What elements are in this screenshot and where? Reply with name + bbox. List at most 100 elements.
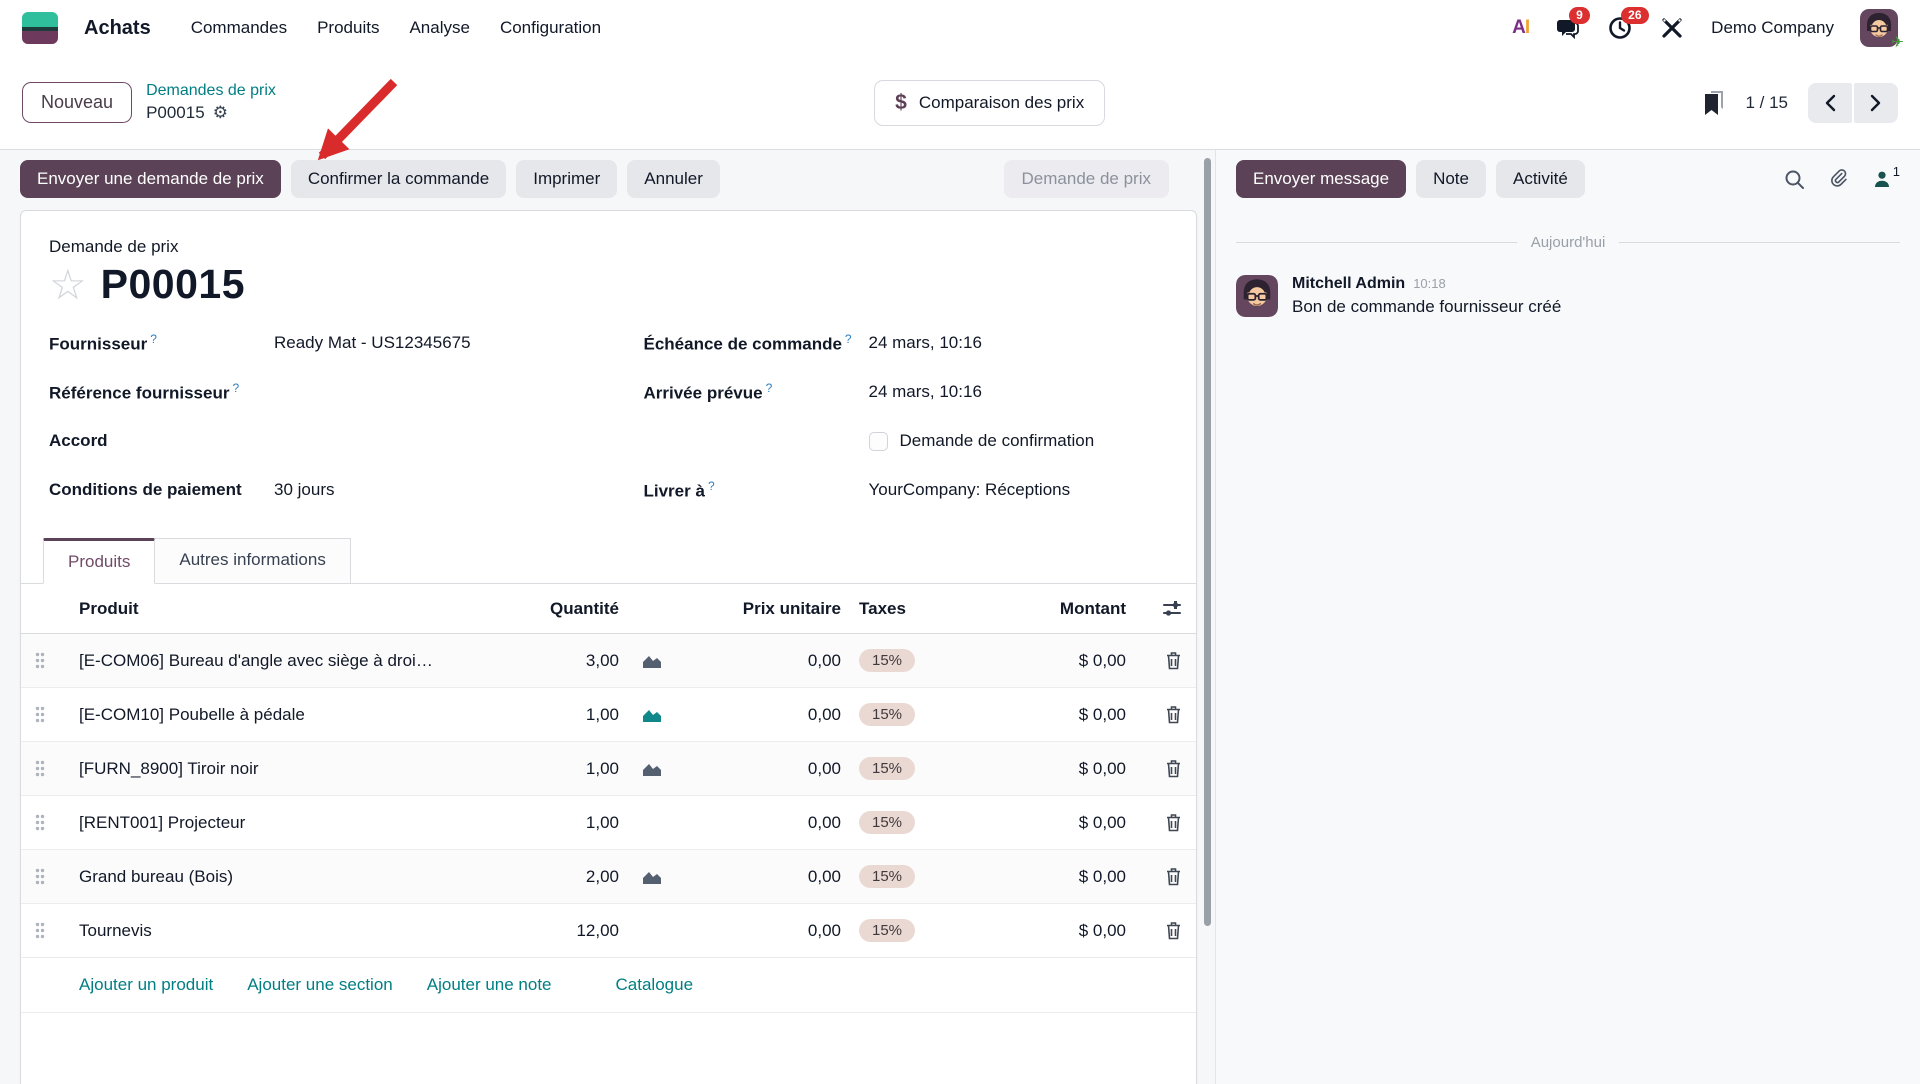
- odoo-app-logo-icon[interactable]: [22, 12, 58, 44]
- delete-row-icon[interactable]: [1126, 867, 1182, 886]
- drag-handle-icon[interactable]: [35, 814, 79, 831]
- status-stage[interactable]: Demande de prix: [1004, 160, 1169, 198]
- drag-handle-icon[interactable]: [35, 868, 79, 885]
- confirm-order-button[interactable]: Confirmer la commande: [291, 160, 506, 198]
- tax-badge[interactable]: 15%: [859, 865, 915, 888]
- optional-columns-icon[interactable]: [1126, 600, 1182, 618]
- cell-qty[interactable]: 1,00: [513, 813, 623, 833]
- field-value-arrivee-prevue[interactable]: 24 mars, 10:16: [869, 379, 1169, 405]
- favorite-star-icon[interactable]: ☆: [49, 264, 87, 306]
- cell-price[interactable]: 0,00: [681, 867, 841, 887]
- app-name[interactable]: Achats: [84, 17, 151, 40]
- table-row[interactable]: [E-COM06] Bureau d'angle avec siège à dr…: [21, 634, 1196, 688]
- table-row[interactable]: [RENT001] Projecteur 1,00 0,00 15% $ 0,0…: [21, 796, 1196, 850]
- field-value-echeance-commande[interactable]: 24 mars, 10:16: [869, 330, 1169, 356]
- cell-qty[interactable]: 1,00: [513, 705, 623, 725]
- drag-handle-icon[interactable]: [35, 760, 79, 777]
- cell-price[interactable]: 0,00: [681, 651, 841, 671]
- out-of-office-plane-icon: ✈: [1891, 33, 1904, 51]
- breadcrumb-parent[interactable]: Demandes de prix: [146, 80, 276, 102]
- pager-previous-button[interactable]: [1808, 83, 1852, 123]
- tax-badge[interactable]: 15%: [859, 757, 915, 780]
- document-type-label: Demande de prix: [49, 237, 1168, 257]
- chatter-message[interactable]: Mitchell Admin 10:18 Bon de commande fou…: [1236, 275, 1900, 317]
- ai-icon[interactable]: AI: [1512, 17, 1529, 39]
- table-row[interactable]: Grand bureau (Bois) 2,00 0,00 15% $ 0,00: [21, 850, 1196, 904]
- cell-amount: $ 0,00: [976, 759, 1126, 779]
- forecast-chart-icon[interactable]: [623, 761, 681, 777]
- cell-product[interactable]: [FURN_8900] Tiroir noir: [79, 759, 513, 779]
- send-rfq-button[interactable]: Envoyer une demande de prix: [20, 160, 281, 198]
- cancel-button[interactable]: Annuler: [627, 160, 720, 198]
- delete-row-icon[interactable]: [1126, 651, 1182, 670]
- message-author[interactable]: Mitchell Admin: [1292, 275, 1405, 293]
- menu-configuration[interactable]: Configuration: [500, 18, 601, 38]
- confirmation-checkbox[interactable]: [869, 432, 888, 451]
- tax-badge[interactable]: 15%: [859, 649, 915, 672]
- tab-produits[interactable]: Produits: [43, 538, 155, 584]
- drag-handle-icon[interactable]: [35, 922, 79, 939]
- cell-amount: $ 0,00: [976, 813, 1126, 833]
- cell-product[interactable]: Grand bureau (Bois): [79, 867, 513, 887]
- delete-row-icon[interactable]: [1126, 813, 1182, 832]
- drag-handle-icon[interactable]: [35, 706, 79, 723]
- cell-product[interactable]: [E-COM10] Poubelle à pédale: [79, 705, 513, 725]
- drag-handle-icon[interactable]: [35, 652, 79, 669]
- messages-icon[interactable]: 9: [1555, 15, 1581, 41]
- cell-product[interactable]: [E-COM06] Bureau d'angle avec siège à dr…: [79, 651, 513, 671]
- field-value-fournisseur[interactable]: Ready Mat - US12345675: [274, 330, 574, 356]
- company-name[interactable]: Demo Company: [1711, 18, 1834, 38]
- delete-row-icon[interactable]: [1126, 921, 1182, 940]
- field-label-livrer-a: Livrer à: [644, 477, 869, 505]
- field-value-livrer-a[interactable]: YourCompany: Réceptions: [869, 477, 1169, 503]
- cell-product[interactable]: Tournevis: [79, 921, 513, 941]
- cell-price[interactable]: 0,00: [681, 813, 841, 833]
- tax-badge[interactable]: 15%: [859, 703, 915, 726]
- add-product-link[interactable]: Ajouter un produit: [79, 975, 213, 995]
- cell-qty[interactable]: 2,00: [513, 867, 623, 887]
- attachments-paperclip-icon[interactable]: [1829, 168, 1849, 190]
- forecast-chart-icon[interactable]: [623, 707, 681, 723]
- tab-autres-informations[interactable]: Autres informations: [155, 538, 350, 584]
- delete-row-icon[interactable]: [1126, 759, 1182, 778]
- log-note-button[interactable]: Note: [1416, 160, 1486, 198]
- cell-price[interactable]: 0,00: [681, 705, 841, 725]
- price-comparison-button[interactable]: $ Comparaison des prix: [874, 80, 1105, 126]
- add-note-link[interactable]: Ajouter une note: [427, 975, 552, 995]
- pager-next-button[interactable]: [1854, 83, 1898, 123]
- cell-price[interactable]: 0,00: [681, 759, 841, 779]
- cell-product[interactable]: [RENT001] Projecteur: [79, 813, 513, 833]
- message-body: Bon de commande fournisseur créé: [1292, 297, 1561, 317]
- table-row[interactable]: [FURN_8900] Tiroir noir 1,00 0,00 15% $ …: [21, 742, 1196, 796]
- forecast-chart-icon[interactable]: [623, 869, 681, 885]
- purchase-order-page: Achats Commandes Produits Analyse Config…: [0, 0, 1920, 1084]
- menu-analyse[interactable]: Analyse: [409, 18, 469, 38]
- cell-qty[interactable]: 3,00: [513, 651, 623, 671]
- user-avatar[interactable]: ✈: [1860, 9, 1898, 47]
- vertical-scrollbar[interactable]: [1204, 158, 1211, 926]
- search-messages-icon[interactable]: [1784, 169, 1805, 190]
- activities-clock-icon[interactable]: 26: [1607, 15, 1633, 41]
- cell-price[interactable]: 0,00: [681, 921, 841, 941]
- tax-badge[interactable]: 15%: [859, 919, 915, 942]
- print-button[interactable]: Imprimer: [516, 160, 617, 198]
- tools-icon[interactable]: [1659, 15, 1685, 41]
- add-section-link[interactable]: Ajouter une section: [247, 975, 393, 995]
- bookmark-icon[interactable]: [1703, 90, 1725, 116]
- actions-gear-icon[interactable]: ⚙: [213, 102, 228, 125]
- forecast-chart-icon[interactable]: [623, 653, 681, 669]
- menu-commandes[interactable]: Commandes: [191, 18, 287, 38]
- delete-row-icon[interactable]: [1126, 705, 1182, 724]
- followers-icon[interactable]: 1: [1873, 170, 1900, 188]
- table-row[interactable]: Tournevis 12,00 0,00 15% $ 0,00: [21, 904, 1196, 958]
- activity-button[interactable]: Activité: [1496, 160, 1585, 198]
- tax-badge[interactable]: 15%: [859, 811, 915, 834]
- menu-produits[interactable]: Produits: [317, 18, 379, 38]
- table-row[interactable]: [E-COM10] Poubelle à pédale 1,00 0,00 15…: [21, 688, 1196, 742]
- field-value-conditions-paiement[interactable]: 30 jours: [274, 477, 574, 503]
- cell-qty[interactable]: 1,00: [513, 759, 623, 779]
- new-button[interactable]: Nouveau: [22, 82, 132, 123]
- cell-qty[interactable]: 12,00: [513, 921, 623, 941]
- catalog-link[interactable]: Catalogue: [616, 975, 694, 995]
- send-message-button[interactable]: Envoyer message: [1236, 160, 1406, 198]
